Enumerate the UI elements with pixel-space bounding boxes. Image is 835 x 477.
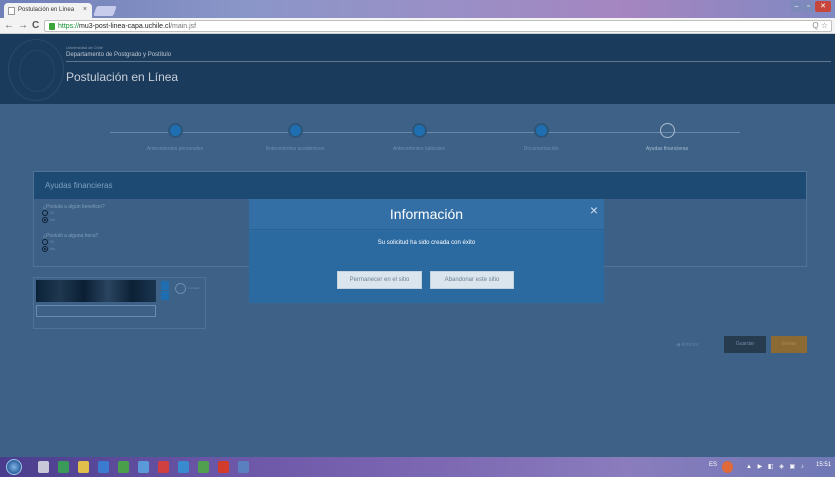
- step-4[interactable]: Documentación: [486, 123, 596, 152]
- browser-toolbar: ← → C https://mu3-post-linea-capa.uchile…: [0, 18, 835, 34]
- page-favicon-icon: [8, 7, 15, 15]
- radio-label: Sí: [50, 239, 54, 244]
- step-5[interactable]: Ayudas financieras: [612, 123, 722, 152]
- app-icon[interactable]: [118, 461, 129, 473]
- radio-label: Sí: [50, 210, 54, 215]
- department-name: Departamento de Postgrado y Postítulo: [66, 52, 172, 58]
- info-modal: Información × Su solicitud ha sido cread…: [249, 199, 604, 303]
- modal-header: Información ×: [249, 199, 604, 230]
- ie-icon[interactable]: [98, 461, 109, 473]
- app-icon[interactable]: [138, 461, 149, 473]
- step-dot-current: [659, 123, 675, 138]
- captcha-audio-button[interactable]: [161, 281, 169, 290]
- step-label: Antecedentes laborales: [392, 146, 446, 152]
- system-tray-icons[interactable]: ▲ ▶ ◧ ◈ ▣ ♪: [746, 463, 806, 470]
- radio-label: No: [50, 246, 56, 251]
- step-dot: [287, 123, 303, 138]
- language-indicator[interactable]: ES: [709, 462, 717, 468]
- captcha-reload-button[interactable]: [161, 291, 169, 300]
- taskbar: ES ▲ ▶ ◧ ◈ ▣ ♪ 15:51: [0, 457, 835, 477]
- new-tab-button[interactable]: [93, 6, 117, 16]
- app-icon[interactable]: [58, 461, 69, 473]
- chrome-icon[interactable]: [722, 461, 733, 473]
- window-close-button[interactable]: ✕: [815, 1, 831, 12]
- modal-body: Su solicitud ha sido creada con éxito Pe…: [249, 231, 604, 303]
- finish-button[interactable]: Enviar: [771, 336, 807, 353]
- tab-title: Postulación en Línea: [18, 7, 75, 13]
- excel-icon[interactable]: [198, 461, 209, 473]
- refresh-icon[interactable]: [175, 283, 186, 294]
- explorer-icon[interactable]: [38, 461, 49, 473]
- app-icon[interactable]: [178, 461, 189, 473]
- forward-arrow-icon[interactable]: →: [18, 20, 28, 32]
- app-icon[interactable]: [158, 461, 169, 473]
- radio-label: No: [50, 217, 56, 222]
- modal-title: Información: [389, 206, 464, 222]
- step-label: Documentación: [523, 146, 559, 152]
- acrobat-icon[interactable]: [218, 461, 229, 473]
- bookmark-star-icon[interactable]: Q ☆: [812, 21, 828, 30]
- step-dot: [533, 123, 549, 138]
- captcha-refresh-hint: Cambiar: [188, 286, 200, 290]
- captcha-image: [36, 280, 156, 302]
- word-icon[interactable]: [238, 461, 249, 473]
- browser-tabstrip: Postulación en Línea × – ▫ ✕: [0, 0, 835, 18]
- step-label: Ayudas financieras: [645, 146, 689, 152]
- address-bar[interactable]: https://mu3-post-linea-capa.uchile.cl/ma…: [44, 20, 832, 32]
- university-name: Universidad de Chile: [66, 45, 103, 50]
- q2-radio-yes[interactable]: [42, 239, 48, 245]
- close-icon[interactable]: ×: [590, 202, 598, 218]
- q2-radio-no[interactable]: [42, 246, 48, 252]
- modal-message: Su solicitud ha sido creada con éxito: [377, 240, 476, 246]
- back-button[interactable]: ◀ Anterior: [676, 342, 698, 348]
- clock[interactable]: 15:51: [816, 462, 831, 468]
- back-label: Anterior: [680, 342, 699, 348]
- step-1[interactable]: Antecedentes personales: [120, 123, 230, 152]
- header-divider: [66, 61, 831, 62]
- lock-icon: [49, 23, 55, 30]
- q1-radio-yes[interactable]: [42, 210, 48, 216]
- folder-icon[interactable]: [78, 461, 89, 473]
- step-3[interactable]: Antecedentes laborales: [364, 123, 474, 152]
- address-url: https://mu3-post-linea-capa.uchile.cl/ma…: [58, 23, 197, 30]
- step-label: Antecedentes personales: [146, 146, 204, 152]
- q1-radio-no[interactable]: [42, 217, 48, 223]
- stay-on-site-button[interactable]: Permanecer en el sitio: [337, 271, 422, 289]
- start-button[interactable]: [6, 459, 22, 475]
- window-controls: – ▫ ✕: [790, 1, 831, 12]
- leave-site-button[interactable]: Abandonar este sitio: [430, 271, 514, 289]
- site-header: Universidad de Chile Departamento de Pos…: [0, 34, 835, 104]
- minimize-button[interactable]: –: [791, 1, 802, 12]
- step-dot: [167, 123, 183, 138]
- step-dot: [411, 123, 427, 138]
- panel-title: Ayudas financieras: [34, 172, 806, 199]
- browser-tab[interactable]: Postulación en Línea ×: [4, 3, 92, 18]
- captcha-input[interactable]: [36, 305, 156, 317]
- tab-close-icon[interactable]: ×: [83, 6, 87, 13]
- step-2[interactable]: Antecedentes académicos: [240, 123, 350, 152]
- reload-icon[interactable]: C: [32, 20, 39, 32]
- university-seal-icon: [8, 39, 64, 101]
- page-title: Postulación en Línea: [66, 70, 179, 84]
- step-label: Antecedentes académicos: [265, 146, 325, 152]
- save-button[interactable]: Guardar: [724, 336, 766, 353]
- maximize-button[interactable]: ▫: [803, 1, 814, 12]
- back-arrow-icon[interactable]: ←: [4, 20, 14, 32]
- captcha-widget: Cambiar: [33, 277, 206, 329]
